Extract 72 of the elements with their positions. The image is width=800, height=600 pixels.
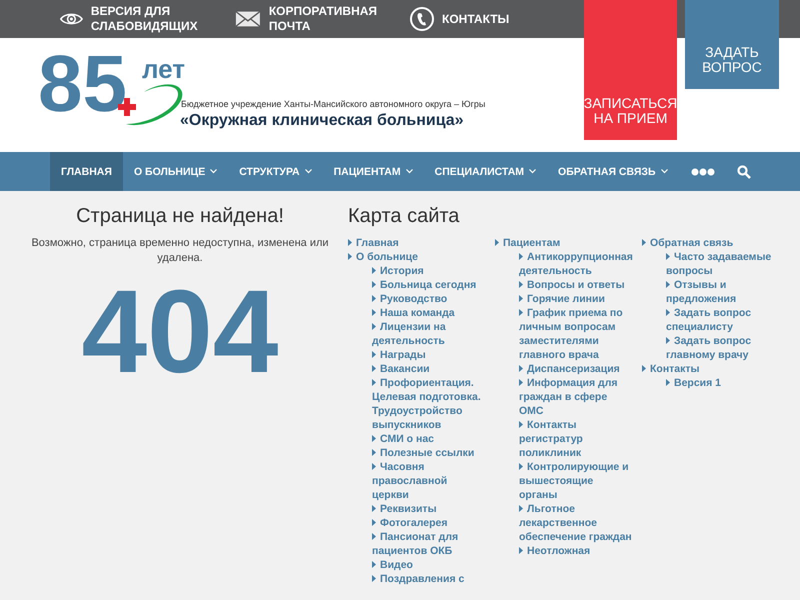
sitemap-link[interactable]: О больнице xyxy=(348,250,486,264)
nav-tab[interactable]: ПАЦИЕНТАМ xyxy=(322,152,424,191)
not-found-title: Страница не найдена! xyxy=(75,205,285,228)
caret-icon xyxy=(519,421,523,428)
caret-icon xyxy=(519,547,523,554)
not-found-message: Возможно, страница временно недоступна, изменена или удалена. xyxy=(30,236,330,266)
sitemap-link[interactable]: Полезные ссылки xyxy=(372,446,486,460)
sitemap-link[interactable]: Видео xyxy=(372,558,486,572)
sitemap-link[interactable]: Профориентация. Целевая подготовка. Трудоустройство выпускников xyxy=(372,376,486,432)
appointment-button[interactable]: ЗАПИСАТЬСЯ НА ПРИЕМ xyxy=(584,0,677,140)
sitemap-link[interactable]: СМИ о нас xyxy=(372,432,486,446)
nav-tab[interactable]: ОБРАТНАЯ СВЯЗЬ xyxy=(547,152,679,191)
sitemap-link[interactable]: Пациентам xyxy=(495,236,633,250)
caret-icon xyxy=(666,309,670,316)
sitemap-link[interactable]: Контролирующие и вышестоящие органы xyxy=(519,460,633,502)
sitemap-link[interactable]: Отзывы и предложения xyxy=(666,278,780,306)
sitemap-link[interactable]: Антикоррупционная деятельность xyxy=(519,250,633,278)
caret-icon xyxy=(666,379,670,386)
logo-hospital-name: «Окружная клиническая больница» xyxy=(180,112,464,130)
ask-question-button[interactable]: ЗАДАТЬ ВОПРОС xyxy=(685,0,779,89)
sitemap-link[interactable]: Часовня православной церкви xyxy=(372,460,486,502)
nav-tab[interactable]: СПЕЦИАЛИСТАМ xyxy=(424,152,548,191)
caret-icon xyxy=(666,281,670,288)
sitemap-link[interactable]: Обратная связь xyxy=(642,236,780,250)
logo-number: 85 xyxy=(38,42,127,126)
top-bar-link[interactable]: КОРПОРАТИВНАЯ ПОЧТА xyxy=(235,4,410,34)
sitemap-link[interactable]: Задать вопрос главному врачу xyxy=(666,334,780,362)
logo-years: лет xyxy=(142,56,186,82)
top-bar-link[interactable]: ВЕРСИЯ ДЛЯ СЛАБОВИДЯЩИХ xyxy=(60,4,235,34)
sitemap-link[interactable]: Контакты регистратур поликлиник xyxy=(519,418,633,460)
logo-subtitle: Бюджетное учреждение Ханты-Мансийского автономного округа – Югры xyxy=(181,99,486,109)
search-icon[interactable] xyxy=(736,164,751,178)
sitemap-link[interactable]: Задать вопрос специалисту xyxy=(666,306,780,334)
nav-tab[interactable]: О БОЛЬНИЦЕ xyxy=(122,152,228,191)
sitemap-link[interactable]: Часто задаваемые вопросы xyxy=(666,250,780,278)
sitemap-link[interactable]: Наша команда xyxy=(372,306,486,320)
nav-tab[interactable]: СТРУКТУРА xyxy=(228,152,323,191)
sitemap-link[interactable]: Информация для граждан в сфере ОМС xyxy=(519,376,633,418)
caret-icon xyxy=(666,253,670,260)
sitemap-link[interactable]: Руководство xyxy=(372,292,486,306)
sitemap-link[interactable]: Фотогалерея xyxy=(372,516,486,530)
sitemap-link[interactable]: Контакты xyxy=(642,362,780,376)
error-code: 404 xyxy=(80,272,280,392)
sitemap-title: Карта сайта xyxy=(348,205,460,228)
sitemap-link[interactable]: Вопросы и ответы xyxy=(519,278,633,292)
caret-icon xyxy=(666,337,670,344)
sitemap-link[interactable]: Главная xyxy=(348,236,486,250)
sitemap-link[interactable]: История xyxy=(372,264,486,278)
sitemap-link[interactable]: Награды xyxy=(372,348,486,362)
nav-tab[interactable]: ГЛАВНАЯ xyxy=(50,152,123,191)
sitemap-link[interactable]: Неотложная xyxy=(519,544,633,558)
sitemap-link[interactable]: Версия 1 xyxy=(666,376,780,390)
caret-icon xyxy=(642,365,646,372)
sitemap-link[interactable]: Поздравления с xyxy=(372,572,486,586)
sitemap-link[interactable]: Вакансии xyxy=(372,362,486,376)
phone-icon xyxy=(410,7,434,31)
sitemap-link[interactable]: Пансионат для пациентов ОКБ xyxy=(372,530,486,558)
envelope-icon xyxy=(235,10,261,28)
sitemap-link[interactable]: Льготное лекарственное обеспечение граждан xyxy=(519,502,633,544)
caret-icon xyxy=(519,505,523,512)
top-bar-link[interactable]: КОНТАКТЫ xyxy=(410,7,510,31)
caret-icon xyxy=(519,253,523,260)
sitemap-link[interactable]: Лицензии на деятельность xyxy=(372,320,486,348)
sitemap-link[interactable]: Больница сегодня xyxy=(372,278,486,292)
sitemap-link[interactable]: Диспансеризация xyxy=(519,362,633,376)
caret-icon xyxy=(519,463,523,470)
sitemap-link[interactable]: Реквизиты xyxy=(372,502,486,516)
caret-icon xyxy=(642,239,646,246)
caret-icon xyxy=(495,239,499,246)
sitemap-link[interactable]: Горячие линии xyxy=(519,292,633,306)
more-icon[interactable] xyxy=(690,168,715,176)
sitemap-link[interactable]: График приема по личным вопросам заместителями главного врача xyxy=(519,306,633,362)
